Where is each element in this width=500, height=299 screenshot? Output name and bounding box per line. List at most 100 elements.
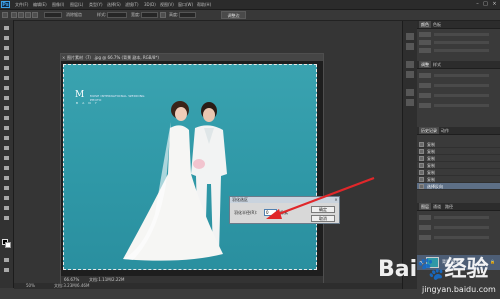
adjustment-row[interactable]: [419, 83, 498, 89]
tab-styles[interactable]: 样式: [431, 61, 443, 68]
menu-type[interactable]: 类型(Y): [89, 1, 103, 8]
clone-stamp-tool-icon[interactable]: [2, 104, 11, 112]
lasso-tool-icon[interactable]: [2, 44, 11, 52]
brush-tool-icon[interactable]: [2, 94, 11, 102]
background-color-swatch[interactable]: [5, 242, 11, 248]
type-tool-icon[interactable]: [2, 174, 11, 182]
baidu-watermark: Bai🐾经验 jingyan.baidu.com: [378, 257, 496, 297]
menu-edit[interactable]: 编辑(E): [33, 1, 47, 8]
adjustment-row[interactable]: [419, 103, 498, 109]
close-document-icon[interactable]: ×: [62, 55, 66, 60]
subtract-selection-icon[interactable]: [25, 12, 31, 18]
history-item[interactable]: 复制: [417, 148, 500, 155]
feather-field[interactable]: [44, 12, 62, 18]
lock-row[interactable]: [419, 235, 498, 241]
menu-layer[interactable]: 图层(L): [70, 1, 83, 8]
menu-select[interactable]: 选择(S): [107, 1, 121, 8]
blend-mode-row[interactable]: [419, 225, 498, 231]
brush-panel-icon[interactable]: [406, 89, 414, 96]
watermark-url: jingyan.baidu.com: [422, 285, 496, 294]
blur-tool-icon[interactable]: [2, 144, 11, 152]
zoom-tool-icon[interactable]: [2, 214, 11, 222]
maximize-button[interactable]: □: [482, 1, 489, 7]
menu-view[interactable]: 视图(V): [160, 1, 174, 8]
color-slider-r[interactable]: [419, 32, 498, 38]
menu-3d[interactable]: 3D(D): [144, 1, 156, 8]
menu-file[interactable]: 文件(F): [15, 1, 28, 8]
character-panel-icon[interactable]: [406, 61, 414, 68]
layers-panel-header: 图层 通道 路径: [417, 203, 500, 211]
dodge-tool-icon[interactable]: [2, 154, 11, 162]
menu-filter[interactable]: 滤镜(T): [125, 1, 139, 8]
studio-logo-mark: M: [75, 90, 85, 100]
tab-swatches[interactable]: 色板: [431, 21, 443, 28]
history-item[interactable]: 复制: [417, 162, 500, 169]
style-select[interactable]: [107, 12, 127, 18]
color-slider-b[interactable]: [419, 48, 498, 54]
adjustments-panel-header: 调整 样式: [417, 61, 500, 69]
style-label: 样式:: [97, 12, 107, 17]
adjustment-row[interactable]: [419, 73, 498, 79]
swap-icon[interactable]: [160, 12, 166, 18]
tab-paths[interactable]: 路径: [443, 203, 455, 210]
hand-tool-icon[interactable]: [2, 204, 11, 212]
document-title[interactable]: 图片素材（7）.jpg @ 66.7% (背景 副本, RGB/8*): [61, 54, 323, 61]
marquee-tool-icon[interactable]: [2, 34, 11, 42]
tools-panel: [0, 20, 14, 288]
close-window-button[interactable]: ×: [491, 1, 498, 7]
tab-adjustments[interactable]: 调整: [419, 61, 431, 68]
tab-layers[interactable]: 图层: [419, 203, 431, 210]
width-field[interactable]: [141, 12, 158, 18]
quick-select-tool-icon[interactable]: [2, 54, 11, 62]
shape-tool-icon[interactable]: [2, 194, 11, 202]
path-select-tool-icon[interactable]: [2, 184, 11, 192]
screen-mode-icon[interactable]: [2, 266, 11, 274]
menu-help[interactable]: 帮助(H): [197, 1, 211, 8]
history-brush-tool-icon[interactable]: [2, 114, 11, 122]
menu-image[interactable]: 图像(I): [52, 1, 64, 8]
add-selection-icon[interactable]: [18, 12, 24, 18]
tab-color[interactable]: 颜色: [419, 21, 431, 28]
tab-actions[interactable]: 动作: [439, 127, 451, 134]
refine-edge-button[interactable]: 调整边缘...: [221, 11, 246, 26]
move-tool-icon[interactable]: [2, 24, 11, 32]
feather-selection-dialog: 羽化选区 × 羽化半径(R): 0 像素 确定 取消: [229, 196, 340, 224]
history-item[interactable]: 复制: [417, 176, 500, 183]
history-item[interactable]: 复制: [417, 169, 500, 176]
history-panel-icon[interactable]: [406, 33, 414, 40]
gradient-tool-icon[interactable]: [2, 134, 11, 142]
quick-mask-icon[interactable]: [2, 256, 11, 264]
height-field[interactable]: [179, 12, 196, 18]
status-doc-info: 文档:3.23M/6.46M: [54, 283, 90, 288]
new-selection-icon[interactable]: [11, 12, 17, 18]
menu-window[interactable]: 窗口(W): [178, 1, 193, 8]
tab-history[interactable]: 历史记录: [419, 127, 439, 134]
feather-radius-input[interactable]: 0: [264, 209, 277, 216]
dialog-close-icon[interactable]: ×: [333, 197, 339, 203]
pen-tool-icon[interactable]: [2, 164, 11, 172]
history-panel-header: 历史记录 动作: [417, 127, 500, 135]
panel-icon-strip: [402, 21, 418, 289]
document-zoom[interactable]: 66.67%: [64, 276, 79, 283]
status-zoom[interactable]: 50%: [26, 283, 35, 289]
crop-tool-icon[interactable]: [2, 64, 11, 72]
history-item[interactable]: 复制: [417, 155, 500, 162]
eyedropper-tool-icon[interactable]: [2, 74, 11, 82]
minimize-button[interactable]: –: [474, 1, 481, 7]
marquee-tool-icon[interactable]: [2, 12, 8, 18]
healing-brush-tool-icon[interactable]: [2, 84, 11, 92]
layer-filter-row[interactable]: [419, 215, 498, 221]
adjustment-row[interactable]: [419, 93, 498, 99]
history-item-selected[interactable]: 选择反向: [417, 183, 500, 190]
properties-panel-icon[interactable]: [406, 43, 414, 50]
tab-channels[interactable]: 通道: [431, 203, 443, 210]
paragraph-panel-icon[interactable]: [406, 71, 414, 78]
dialog-title[interactable]: 羽化选区: [230, 197, 339, 203]
ok-button[interactable]: 确定: [311, 206, 335, 213]
history-item[interactable]: 复制: [417, 141, 500, 148]
color-slider-g[interactable]: [419, 40, 498, 46]
cancel-button[interactable]: 取消: [311, 215, 335, 222]
intersect-selection-icon[interactable]: [32, 12, 38, 18]
eraser-tool-icon[interactable]: [2, 124, 11, 132]
clone-source-icon[interactable]: [406, 99, 414, 106]
